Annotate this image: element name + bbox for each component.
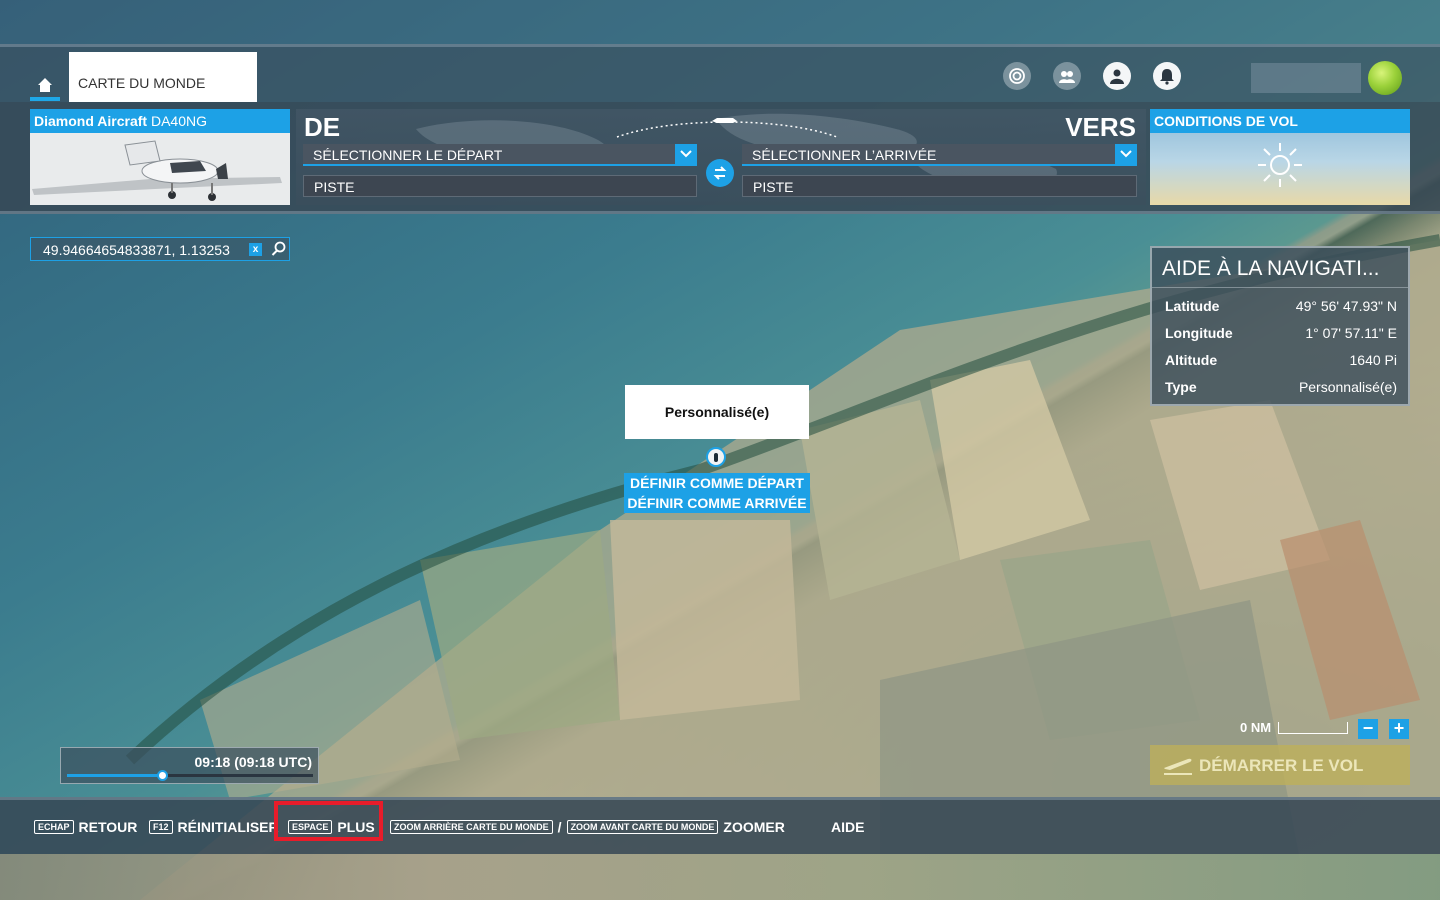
- marker-popup-title: Personnalisé(e): [625, 385, 809, 439]
- from-label: DE: [304, 112, 341, 142]
- navigation-aid-panel: AIDE À LA NAVIGATI... Latitude 49° 56' 4…: [1150, 246, 1410, 406]
- time-slider-handle[interactable]: [157, 770, 169, 781]
- navaid-row-latitude: Latitude 49° 56' 47.93" N: [1165, 298, 1397, 314]
- home-icon: [38, 78, 52, 92]
- takeoff-icon: [1164, 758, 1192, 775]
- bottom-bar: ECHAP RETOUR F12 RÉINITIALISER ESPACE PL…: [0, 797, 1440, 854]
- search-input[interactable]: 49.94664654833871, 1.13253: [43, 242, 248, 258]
- swap-icon: [713, 166, 727, 180]
- tab-world-map[interactable]: CARTE DU MONDE: [69, 52, 257, 102]
- zoom-in-key: ZOOM AVANT CARTE DU MONDE: [566, 820, 719, 834]
- navigation-aid-title: AIDE À LA NAVIGATI...: [1152, 248, 1408, 288]
- xbox-profile-globe-icon[interactable]: [1368, 61, 1402, 95]
- zoom-out-key: ZOOM ARRIÈRE CARTE DU MONDE: [390, 820, 553, 834]
- navaid-value: 1640 Pi: [1349, 352, 1397, 368]
- departure-select[interactable]: SÉLECTIONNER LE DÉPART: [303, 144, 697, 166]
- arrival-select[interactable]: SÉLECTIONNER L’ARRIVÉE: [742, 144, 1137, 166]
- profile-icon[interactable]: [1103, 62, 1131, 90]
- departure-runway-field[interactable]: PISTE: [303, 175, 697, 197]
- chevron-down-icon[interactable]: [675, 144, 697, 164]
- user-name-field[interactable]: [1251, 63, 1361, 93]
- home-button[interactable]: [30, 71, 60, 101]
- navaid-value: Personnalisé(e): [1298, 379, 1397, 395]
- back-key: ECHAP: [34, 820, 74, 834]
- clear-search-icon[interactable]: x: [249, 243, 262, 256]
- navaid-row-altitude: Altitude 1640 Pi: [1165, 352, 1397, 368]
- sun-icon: [1258, 143, 1302, 187]
- time-slider-track[interactable]: [67, 770, 313, 781]
- navaid-value: 1° 07' 57.11" E: [1305, 325, 1397, 341]
- notification-bell-icon[interactable]: [1153, 62, 1181, 90]
- departure-select-label: SÉLECTIONNER LE DÉPART: [313, 147, 503, 163]
- top-strip: [0, 0, 1440, 44]
- search-icon[interactable]: [271, 241, 287, 257]
- aircraft-image: [32, 140, 282, 201]
- navaid-key: Latitude: [1165, 298, 1220, 314]
- reset-label: RÉINITIALISER: [177, 819, 279, 835]
- back-label: RETOUR: [78, 819, 138, 835]
- map-search-field[interactable]: 49.94664654833871, 1.13253 x: [30, 237, 290, 261]
- arrival-select-label: SÉLECTIONNER L’ARRIVÉE: [752, 147, 937, 163]
- navaid-row-type: Type Personnalisé(e): [1165, 379, 1397, 395]
- zoom-separator: /: [557, 819, 562, 835]
- navaid-key: Type: [1165, 379, 1197, 395]
- navaid-row-longitude: Longitude 1° 07' 57.11" E: [1165, 325, 1397, 341]
- aircraft-model: DA40NG: [150, 113, 207, 129]
- start-flight-button[interactable]: DÉMARRER LE VOL: [1150, 745, 1410, 785]
- navaid-key: Longitude: [1165, 325, 1233, 341]
- route-selector: DE VERS SÉLECTIONNER LE DÉPART PISTE SÉL…: [296, 109, 1146, 205]
- top-bar: CARTE DU MONDE: [0, 44, 1440, 102]
- reset-key: F12: [149, 820, 173, 834]
- back-button[interactable]: ECHAP RETOUR: [34, 819, 137, 835]
- route-arc-decoration: [616, 118, 838, 138]
- time-of-day-control: 09:18 (09:18 UTC): [60, 747, 319, 784]
- map-scale-bar: [1278, 722, 1348, 734]
- friends-icon[interactable]: [1053, 62, 1081, 90]
- start-flight-label: DÉMARRER LE VOL: [1199, 756, 1364, 775]
- aircraft-title: Diamond Aircraft DA40NG: [30, 109, 290, 133]
- time-label: 09:18 (09:18 UTC): [194, 754, 313, 770]
- highlight-box: [274, 801, 383, 841]
- flight-conditions-card[interactable]: CONDITIONS DE VOL: [1150, 109, 1410, 205]
- activity-icon[interactable]: [1003, 62, 1031, 90]
- reset-button[interactable]: F12 RÉINITIALISER: [149, 819, 279, 835]
- zoom-out-button[interactable]: −: [1358, 719, 1378, 739]
- help-button[interactable]: AIDE: [831, 819, 864, 835]
- set-arrival-button[interactable]: DÉFINIR COMME ARRIVÉE: [624, 493, 810, 513]
- flight-planning-panel: Diamond Aircraft DA40NG DE VERS SÉLECTIO…: [0, 102, 1440, 214]
- zoom-label: ZOOMER: [723, 819, 785, 835]
- navaid-value: 49° 56' 47.93" N: [1295, 298, 1397, 314]
- aircraft-brand: Diamond Aircraft: [34, 113, 148, 129]
- zoom-button[interactable]: ZOOM ARRIÈRE CARTE DU MONDE / ZOOM AVANT…: [390, 819, 785, 835]
- swap-route-button[interactable]: [706, 159, 734, 187]
- map-bottom-strip: [0, 854, 1440, 900]
- navaid-key: Altitude: [1165, 352, 1218, 368]
- chevron-down-icon[interactable]: [1115, 144, 1137, 164]
- aircraft-selection-card[interactable]: Diamond Aircraft DA40NG: [30, 109, 290, 205]
- time-slider-fill: [67, 774, 163, 777]
- arrival-runway-field[interactable]: PISTE: [742, 175, 1137, 197]
- to-label: VERS: [1065, 112, 1136, 142]
- flight-conditions-title: CONDITIONS DE VOL: [1150, 109, 1410, 133]
- set-departure-button[interactable]: DÉFINIR COMME DÉPART: [624, 473, 810, 493]
- zoom-in-button[interactable]: +: [1389, 719, 1409, 739]
- map-pin-icon[interactable]: [706, 447, 726, 467]
- map-scale-label: 0 NM: [1240, 720, 1272, 735]
